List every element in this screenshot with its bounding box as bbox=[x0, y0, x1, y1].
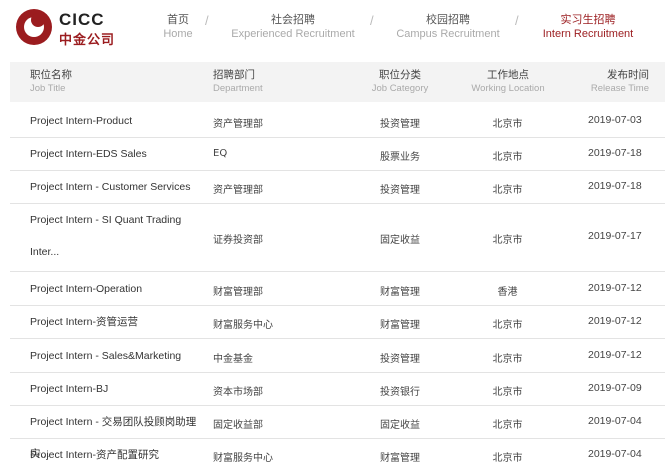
date-cell: 2019-07-17 bbox=[588, 230, 642, 242]
nav-separator: / bbox=[370, 13, 374, 28]
cicc-logo-icon bbox=[16, 9, 52, 45]
location-cell: 北京市 bbox=[492, 320, 523, 331]
table-header: 职位名称 Job Title 招聘部门 Department 职位分类 Job … bbox=[10, 62, 665, 102]
top-navigation-bar: CICC 中金公司 首页 Home / 社会招聘 Experienced Rec… bbox=[0, 0, 665, 58]
department-cell: 资产管理部 bbox=[213, 185, 263, 196]
date-cell: 2019-07-18 bbox=[588, 147, 642, 159]
table-row[interactable]: Project Intern-BJ 资本市场部 投资银行 北京市 2019-07… bbox=[10, 373, 665, 406]
nav-home-cn: 首页 bbox=[167, 13, 189, 26]
location-cell: 北京市 bbox=[492, 152, 523, 163]
nav-item-campus-recruitment[interactable]: 校园招聘 Campus Recruitment bbox=[392, 12, 504, 44]
location-cell: 香港 bbox=[497, 287, 518, 298]
column-header-working-location: 工作地点 Working Location bbox=[462, 68, 554, 96]
nav-campus-en: Campus Recruitment bbox=[396, 28, 500, 40]
department-cell: 固定收益部 bbox=[213, 420, 263, 431]
table-row[interactable]: Project Intern-资管运营 财富服务中心 财富管理 北京市 2019… bbox=[10, 306, 665, 339]
category-cell: 股票业务 bbox=[380, 152, 420, 163]
header-cn: 职位分类 bbox=[379, 69, 421, 81]
table-row[interactable]: Project Intern - Customer Services 资产管理部… bbox=[10, 171, 665, 204]
location-cell: 北京市 bbox=[492, 420, 523, 431]
date-cell: 2019-07-12 bbox=[588, 349, 642, 361]
nav-intern-en: Intern Recruitment bbox=[542, 28, 634, 40]
location-cell: 北京市 bbox=[492, 119, 523, 130]
nav-home-en: Home bbox=[163, 28, 193, 40]
category-cell: 投资管理 bbox=[380, 119, 420, 130]
nav-separator: / bbox=[205, 13, 209, 28]
column-header-department: 招聘部门 Department bbox=[213, 68, 263, 96]
header-en: Job Category bbox=[371, 83, 429, 94]
logo-text-cn: 中金公司 bbox=[59, 33, 116, 48]
table-row[interactable]: Project Intern-Product 资产管理部 投资管理 北京市 20… bbox=[10, 104, 665, 138]
date-cell: 2019-07-04 bbox=[588, 415, 642, 427]
job-title-link[interactable]: Project Intern-BJ bbox=[30, 373, 205, 405]
job-title-link[interactable]: Project Intern - SI Quant Trading Inter.… bbox=[30, 204, 205, 268]
nav-intern-cn: 实习生招聘 bbox=[560, 13, 616, 26]
location-cell: 北京市 bbox=[492, 354, 523, 365]
nav-item-experienced-recruitment[interactable]: 社会招聘 Experienced Recruitment bbox=[228, 12, 358, 44]
table-row[interactable]: Project Intern-资产配置研究 财富服务中心 财富管理 北京市 20… bbox=[10, 439, 665, 472]
header-en: Working Location bbox=[471, 83, 545, 94]
department-cell: 资本市场部 bbox=[213, 387, 263, 398]
location-cell: 北京市 bbox=[492, 453, 523, 464]
table-row[interactable]: Project Intern-Operation 财富管理部 财富管理 香港 2… bbox=[10, 272, 665, 306]
table-row[interactable]: Project Intern-EDS Sales EQ 股票业务 北京市 201… bbox=[10, 138, 665, 171]
job-title-link[interactable]: Project Intern - Sales&Marketing bbox=[30, 340, 205, 372]
department-cell: EQ bbox=[213, 148, 228, 159]
job-title-link[interactable]: Project Intern-资管运营 bbox=[30, 306, 205, 338]
job-title-link[interactable]: Project Intern-Operation bbox=[30, 273, 205, 305]
job-title-link[interactable]: Project Intern-EDS Sales bbox=[30, 138, 205, 170]
nav-separator: / bbox=[515, 13, 519, 28]
category-cell: 投资管理 bbox=[380, 354, 420, 365]
department-cell: 资产管理部 bbox=[213, 119, 263, 130]
logo-text-en: CICC bbox=[59, 10, 105, 29]
category-cell: 财富管理 bbox=[380, 453, 420, 464]
header-cn: 工作地点 bbox=[487, 69, 529, 81]
department-cell: 财富服务中心 bbox=[213, 453, 273, 464]
nav-experienced-cn: 社会招聘 bbox=[271, 13, 315, 26]
category-cell: 投资管理 bbox=[380, 185, 420, 196]
date-cell: 2019-07-12 bbox=[588, 282, 642, 294]
category-cell: 财富管理 bbox=[380, 287, 420, 298]
header-en: Release Time bbox=[590, 83, 649, 94]
header-en: Job Title bbox=[30, 83, 66, 94]
job-title-link[interactable]: Project Intern - Customer Services bbox=[30, 171, 205, 203]
department-cell: 财富服务中心 bbox=[213, 320, 273, 331]
category-cell: 固定收益 bbox=[380, 235, 420, 246]
nav-campus-cn: 校园招聘 bbox=[426, 13, 470, 26]
job-title-link[interactable]: Project Intern-资产配置研究 bbox=[30, 439, 205, 471]
department-cell: 证券投资部 bbox=[213, 235, 263, 246]
column-header-job-category: 职位分类 Job Category bbox=[359, 68, 441, 96]
column-header-job-title: 职位名称 Job Title bbox=[30, 68, 72, 96]
category-cell: 财富管理 bbox=[380, 320, 420, 331]
location-cell: 北京市 bbox=[492, 235, 523, 246]
nav-item-intern-recruitment[interactable]: 实习生招聘 Intern Recruitment bbox=[537, 12, 639, 44]
nav-experienced-en: Experienced Recruitment bbox=[231, 28, 355, 40]
location-cell: 北京市 bbox=[492, 185, 523, 196]
column-header-release-time: 发布时间 Release Time bbox=[583, 68, 649, 96]
date-cell: 2019-07-09 bbox=[588, 382, 642, 394]
header-cn: 招聘部门 bbox=[213, 69, 255, 81]
department-cell: 中金基金 bbox=[213, 354, 253, 365]
header-en: Department bbox=[213, 83, 263, 94]
date-cell: 2019-07-04 bbox=[588, 448, 642, 460]
table-row[interactable]: Project Intern - 交易团队投顾岗助理实... 固定收益部 固定收… bbox=[10, 406, 665, 460]
date-cell: 2019-07-12 bbox=[588, 315, 642, 327]
location-cell: 北京市 bbox=[492, 387, 523, 398]
cicc-logo[interactable]: CICC 中金公司 bbox=[16, 9, 126, 49]
category-cell: 投资银行 bbox=[380, 387, 420, 398]
category-cell: 固定收益 bbox=[380, 420, 420, 431]
job-title-link[interactable]: Project Intern-Product bbox=[30, 105, 205, 137]
nav-item-home[interactable]: 首页 Home bbox=[158, 12, 198, 44]
date-cell: 2019-07-18 bbox=[588, 180, 642, 192]
table-row[interactable]: Project Intern - SI Quant Trading Inter.… bbox=[10, 204, 665, 272]
header-cn: 职位名称 bbox=[30, 69, 72, 81]
date-cell: 2019-07-03 bbox=[588, 114, 642, 126]
department-cell: 财富管理部 bbox=[213, 287, 263, 298]
header-cn: 发布时间 bbox=[607, 69, 649, 81]
table-row[interactable]: Project Intern - Sales&Marketing 中金基金 投资… bbox=[10, 339, 665, 373]
